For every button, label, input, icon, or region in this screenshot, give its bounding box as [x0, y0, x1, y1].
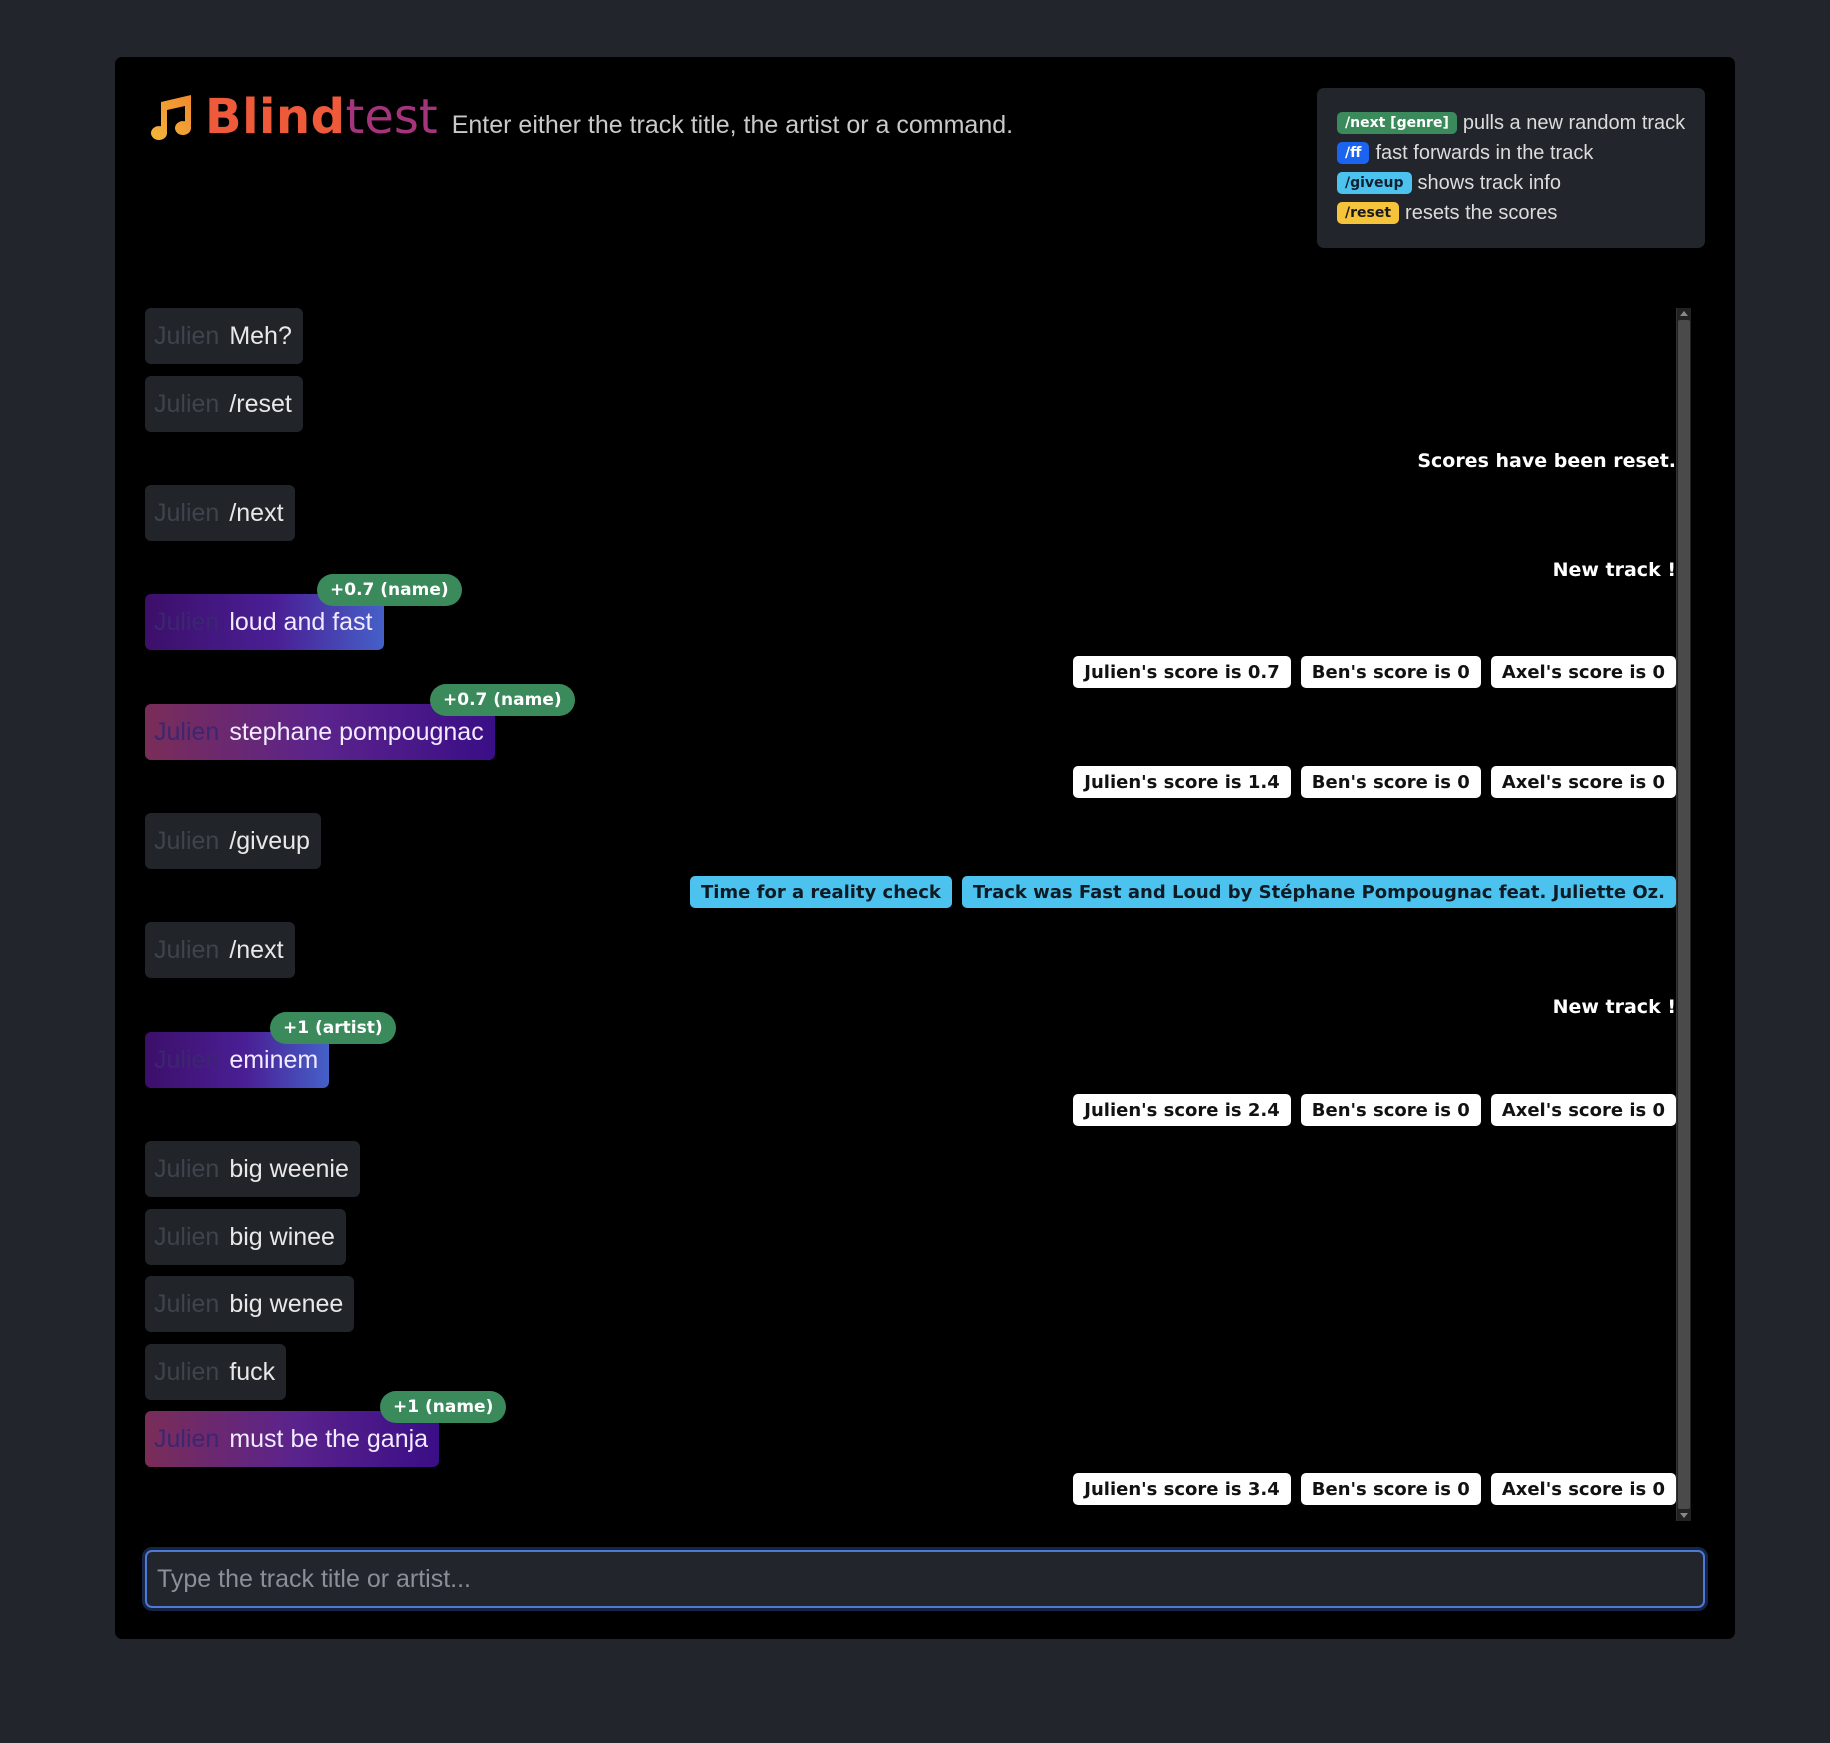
help-row-reset: /reset resets the scores	[1337, 198, 1685, 228]
music-note-icon	[151, 95, 192, 141]
message-user: Julien	[154, 1289, 220, 1318]
commands-help-box: /next [genre] pulls a new random track /…	[1317, 88, 1705, 248]
message-user: Julien	[154, 1424, 220, 1453]
command-desc-next: pulls a new random track	[1462, 111, 1686, 134]
scrollbar-thumb[interactable]	[1678, 320, 1690, 1509]
message-text: fuck	[229, 1357, 276, 1386]
score-pill: Ben's score is 0	[1300, 1473, 1481, 1505]
track-info-row: Time for a reality check Track was Fast …	[689, 876, 1676, 908]
header: Blind test Enter either the track title,…	[145, 89, 1013, 145]
points-badge: +1 (name)	[380, 1391, 507, 1423]
scores-row: Julien's score is 0.7 Ben's score is 0 A…	[1073, 656, 1676, 688]
message-user: Julien	[154, 607, 220, 636]
message-text: big wenee	[229, 1289, 344, 1318]
chat-message: Julien big weenie	[145, 1141, 360, 1197]
score-pill: Axel's score is 0	[1490, 1473, 1676, 1505]
message-text: big winee	[229, 1222, 335, 1251]
help-row-ff: /ff fast forwards in the track	[1337, 138, 1685, 168]
message-text: eminem	[229, 1045, 319, 1074]
message-text: /next	[229, 498, 284, 527]
command-desc-ff: fast forwards in the track	[1375, 141, 1594, 164]
score-pill: Axel's score is 0	[1490, 656, 1676, 688]
message-text: loud and fast	[229, 607, 373, 636]
message-text: must be the ganja	[229, 1424, 429, 1453]
message-user: Julien	[154, 826, 220, 855]
scores-row: Julien's score is 3.4 Ben's score is 0 A…	[1073, 1473, 1676, 1505]
message-user: Julien	[154, 321, 220, 350]
message-user: Julien	[154, 1222, 220, 1251]
track-reveal-pill: Track was Fast and Loud by Stéphane Pomp…	[961, 876, 1676, 908]
scores-row: Julien's score is 1.4 Ben's score is 0 A…	[1073, 766, 1676, 798]
message-user: Julien	[154, 1357, 220, 1386]
command-badge-next: /next [genre]	[1337, 112, 1457, 134]
message-text: /giveup	[229, 826, 310, 855]
message-text: Meh?	[229, 321, 292, 350]
scroll-down-arrow-icon[interactable]	[1680, 1513, 1688, 1518]
score-pill: Julien's score is 0.7	[1073, 656, 1291, 688]
app-title-bold: Blind	[205, 89, 346, 145]
help-row-next: /next [genre] pulls a new random track	[1337, 108, 1685, 138]
chat-scrollbar[interactable]	[1676, 308, 1691, 1521]
score-pill: Axel's score is 0	[1490, 766, 1676, 798]
message-user: Julien	[154, 1154, 220, 1183]
score-pill: Ben's score is 0	[1300, 766, 1481, 798]
command-badge-ff: /ff	[1337, 142, 1370, 164]
message-user: Julien	[154, 935, 220, 964]
message-user: Julien	[154, 1045, 220, 1074]
points-badge: +0.7 (name)	[317, 574, 462, 606]
app-subtitle: Enter either the track title, the artist…	[451, 111, 1014, 139]
scores-row: Julien's score is 2.4 Ben's score is 0 A…	[1073, 1094, 1676, 1126]
chat-message: Julien /next	[145, 922, 295, 978]
score-pill: Julien's score is 2.4	[1073, 1094, 1291, 1126]
system-message: New track !	[1552, 559, 1676, 581]
message-text: stephane pompougnac	[229, 717, 484, 746]
command-badge-reset: /reset	[1337, 202, 1400, 224]
message-user: Julien	[154, 389, 220, 418]
chat-message: Julien /reset	[145, 376, 303, 432]
app-panel: Blind test Enter either the track title,…	[115, 57, 1735, 1639]
chat-message: Julien fuck	[145, 1344, 287, 1400]
system-message: Scores have been reset.	[1417, 450, 1676, 472]
score-pill: Axel's score is 0	[1490, 1094, 1676, 1126]
chat-message: Julien big wenee	[145, 1276, 355, 1332]
score-pill: Julien's score is 1.4	[1073, 766, 1291, 798]
help-row-giveup: /giveup shows track info	[1337, 168, 1685, 198]
points-badge: +1 (artist)	[270, 1012, 396, 1044]
chat-message: Julien /next	[145, 485, 295, 541]
score-pill: Julien's score is 3.4	[1073, 1473, 1291, 1505]
score-pill: Ben's score is 0	[1300, 1094, 1481, 1126]
chat-log: Julien Meh? Julien /reset Scores have be…	[145, 308, 1706, 1521]
command-desc-giveup: shows track info	[1417, 171, 1561, 194]
command-desc-reset: resets the scores	[1405, 201, 1558, 224]
command-badge-giveup: /giveup	[1337, 172, 1412, 194]
chat-message: Julien /giveup	[145, 813, 321, 869]
message-user: Julien	[154, 498, 220, 527]
points-badge: +0.7 (name)	[430, 684, 575, 716]
scroll-up-arrow-icon[interactable]	[1680, 311, 1688, 316]
score-pill: Ben's score is 0	[1300, 656, 1481, 688]
message-text: /reset	[229, 389, 292, 418]
app-title-light: test	[345, 89, 438, 145]
chat-message: Julien Meh?	[145, 308, 303, 364]
message-user: Julien	[154, 717, 220, 746]
message-text: big weenie	[229, 1154, 349, 1183]
guess-input[interactable]	[145, 1550, 1705, 1608]
info-pill: Time for a reality check	[689, 876, 952, 908]
system-message: New track !	[1552, 996, 1676, 1018]
message-text: /next	[229, 935, 284, 964]
chat-message: Julien big winee	[145, 1209, 346, 1265]
